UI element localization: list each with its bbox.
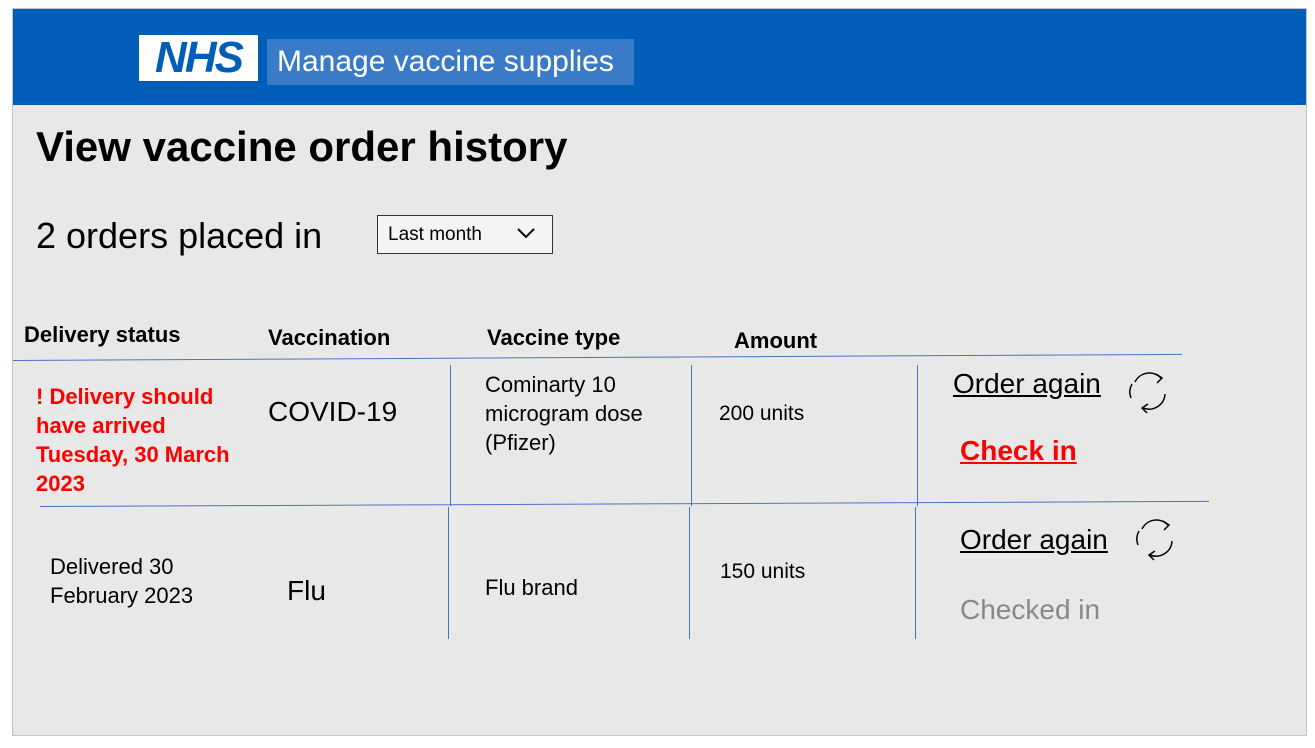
nhs-logo-text: NHS [155, 33, 244, 82]
row-1-delivery-status: ! Delivery should have arrived Tuesday, … [36, 384, 230, 496]
table-row-divider [39, 500, 1209, 507]
row-2-delivery-status: Delivered 30 February 2023 [50, 554, 194, 608]
row-2-vaccination: Flu [287, 575, 326, 606]
header-vaccine-type: Vaccine type [487, 325, 621, 350]
row-1-vaccination: COVID-19 [268, 396, 398, 427]
column-divider [689, 507, 690, 639]
row-2-checked-in-status: Checked in [960, 594, 1101, 625]
row-1-order-again-link[interactable]: Order again [953, 368, 1101, 400]
chevron-down-icon [517, 228, 535, 239]
refresh-icon[interactable] [1130, 513, 1180, 563]
orders-count: 2 orders placed in [36, 215, 323, 256]
nhs-logo[interactable]: NHS [139, 35, 258, 81]
row-2-amount: 150 units [720, 560, 806, 583]
row-2-order-again-link[interactable]: Order again [960, 524, 1108, 556]
column-divider [917, 365, 918, 506]
page-title: View vaccine order history [36, 123, 568, 170]
period-select[interactable]: Last month [377, 215, 553, 254]
header-vaccination: Vaccination [268, 325, 391, 350]
service-name[interactable]: Manage vaccine supplies [267, 39, 634, 85]
row-1-vaccine-type: Cominarty 10 microgram dose (Pfizer) [485, 372, 643, 455]
period-select-value: Last month [388, 223, 482, 245]
column-divider [450, 365, 451, 506]
column-divider [448, 507, 449, 639]
row-1-check-in-link[interactable]: Check in [960, 435, 1077, 467]
header: NHS Manage vaccine supplies [13, 9, 1306, 105]
app-frame: NHS Manage vaccine supplies View vaccine… [12, 8, 1307, 736]
row-2-vaccine-type: Flu brand [485, 575, 578, 600]
row-1-amount: 200 units [719, 402, 805, 425]
column-divider [691, 365, 692, 506]
header-amount: Amount [734, 328, 818, 353]
column-divider [915, 507, 916, 639]
header-delivery-status: Delivery status [24, 322, 181, 347]
table-header-divider [13, 353, 1182, 361]
refresh-icon[interactable] [1123, 366, 1173, 416]
